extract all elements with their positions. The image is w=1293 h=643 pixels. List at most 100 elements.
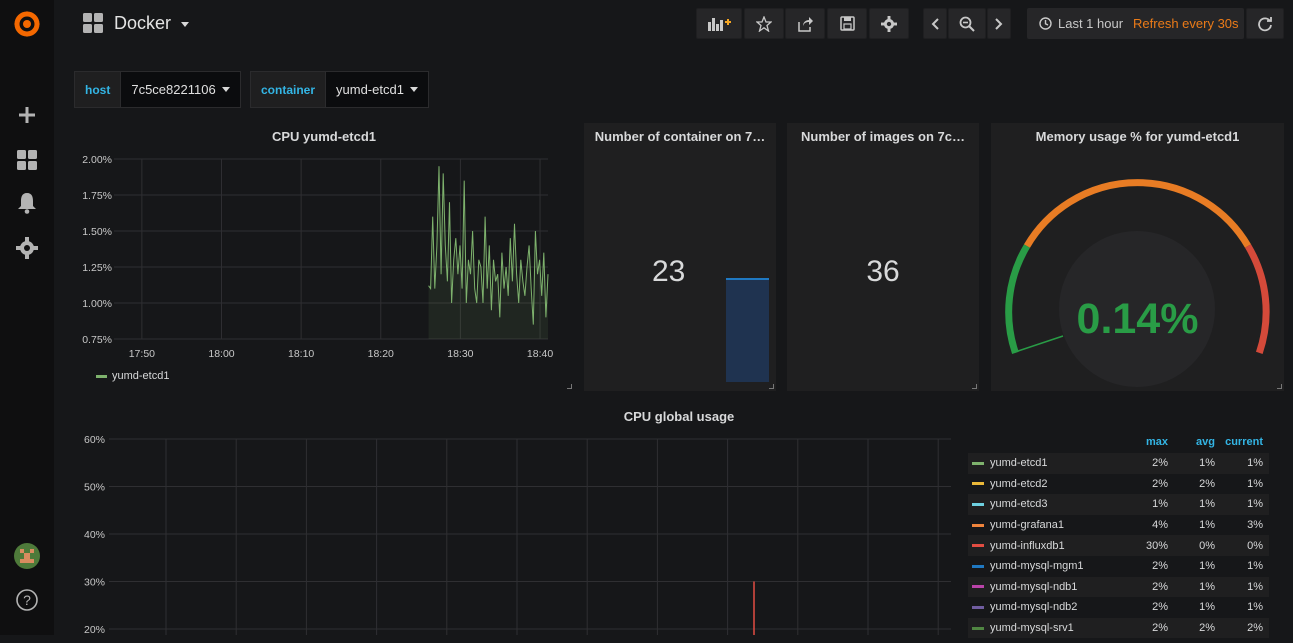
stat-value: 23	[652, 255, 686, 288]
share-button[interactable]	[785, 8, 825, 39]
panel-container-count[interactable]: Number of container on 7… 23	[584, 123, 776, 391]
variable-label-container: container	[250, 71, 327, 108]
chevron-left-icon	[931, 17, 939, 30]
x-tick-label: 18:00	[208, 348, 234, 360]
caret-down-icon	[221, 87, 230, 92]
legend-avg: 1%	[1199, 601, 1215, 614]
legend-row[interactable]: yumd-mysql-mgm1 2% 1% 1%	[968, 556, 1269, 577]
time-shift-forward-button[interactable]	[987, 8, 1011, 39]
legend-avg: 2%	[1199, 477, 1215, 490]
zoom-out-icon	[959, 16, 975, 32]
legend-series-label: yumd-etcd1	[990, 457, 1048, 470]
legend-series-label: yumd-influxdb1	[990, 539, 1065, 552]
save-button[interactable]	[827, 8, 867, 39]
time-shift-back-button[interactable]	[923, 8, 947, 39]
settings-button[interactable]	[869, 8, 909, 39]
legend-avg: 1%	[1199, 457, 1215, 470]
legend-max: 2%	[1152, 601, 1168, 614]
variable-container: container yumd-etcd1	[250, 71, 429, 108]
y-tick-label: 60%	[84, 434, 105, 446]
resize-handle[interactable]	[769, 384, 774, 389]
legend-series-name[interactable]: yumd-mysql-mgm1	[968, 560, 1123, 572]
legend-avg: 0%	[1199, 539, 1215, 552]
legend-swatch	[972, 605, 984, 609]
alerting-bell-icon[interactable]	[0, 191, 54, 215]
resize-handle[interactable]	[1277, 384, 1282, 389]
caret-down-icon	[409, 87, 418, 92]
add-panel-button[interactable]	[696, 8, 742, 39]
legend-series-name[interactable]: yumd-etcd2	[968, 478, 1123, 490]
side-menu: ?	[0, 0, 54, 635]
grafana-logo-icon[interactable]	[0, 6, 54, 42]
legend-header-current[interactable]: current	[1215, 436, 1263, 453]
legend-series-name[interactable]: yumd-grafana1	[968, 519, 1123, 531]
legend-row[interactable]: yumd-etcd3 1% 1% 1%	[968, 494, 1269, 515]
legend-max: 2%	[1152, 477, 1168, 490]
refresh-button[interactable]	[1246, 8, 1284, 39]
panel-title: CPU global usage	[623, 409, 735, 424]
y-tick-label: 30%	[84, 577, 105, 589]
dashboard-title: Docker	[114, 12, 172, 33]
legend-header-max[interactable]: max	[1123, 436, 1168, 453]
legend-row[interactable]: yumd-grafana1 4% 1% 3%	[968, 515, 1269, 536]
legend-max: 2%	[1152, 457, 1168, 470]
legend-current: 3%	[1247, 519, 1263, 532]
legend-row[interactable]: yumd-mysql-srv1 2% 2% 2%	[968, 617, 1269, 639]
panel-cpu-container[interactable]: CPU yumd-etcd1 2.00% 1.75% 1.50% 1.25% 1.00%…	[74, 123, 574, 391]
share-icon	[798, 16, 813, 32]
zoom-out-button[interactable]	[948, 8, 986, 39]
container-select[interactable]: yumd-etcd1	[326, 71, 429, 108]
legend-series-name[interactable]: yumd-etcd3	[968, 498, 1123, 510]
stat-value: 36	[866, 255, 900, 288]
variable-host: host 7c5ce8221106	[74, 71, 241, 108]
top-navbar: Docker Last 1 hour Refresh every 30s	[54, 0, 1293, 50]
cpu-container-chart[interactable]: 2.00% 1.75% 1.50% 1.25% 1.00% 0.75% 17:50 18:00…	[74, 123, 574, 391]
time-range-picker[interactable]: Last 1 hour Refresh every 30s	[1027, 8, 1244, 39]
help-icon[interactable]: ?	[0, 588, 54, 612]
stat-sparkline	[726, 278, 769, 382]
user-avatar[interactable]	[0, 543, 54, 569]
panel-title: Number of container on 7…	[594, 129, 766, 144]
panel-memory-gauge[interactable]: Memory usage % for yumd-etcd1 0.14%	[991, 123, 1284, 391]
dashboards-icon[interactable]	[0, 148, 54, 172]
legend-current: 1%	[1247, 601, 1263, 614]
legend-swatch	[972, 523, 984, 527]
cpu-global-chart[interactable]: 60% 50% 40% 30% 20%	[54, 425, 954, 635]
gear-icon	[881, 15, 897, 32]
legend-row[interactable]: yumd-etcd2 2% 2% 1%	[968, 474, 1269, 495]
legend-series-name[interactable]: yumd-etcd1	[968, 457, 1123, 469]
chevron-right-icon	[995, 17, 1003, 30]
legend-header-avg[interactable]: avg	[1168, 436, 1215, 453]
legend-series-name[interactable]: yumd-mysql-ndb2	[968, 601, 1123, 613]
legend-row[interactable]: yumd-influxdb1 30% 0% 0%	[968, 535, 1269, 556]
legend-series-name[interactable]: yumd-mysql-ndb1	[968, 581, 1123, 593]
variable-label-host: host	[74, 71, 122, 108]
configuration-gear-icon[interactable]	[0, 236, 54, 260]
legend-series-label: yumd-etcd2	[990, 477, 1048, 490]
legend-header: max avg current	[968, 436, 1269, 453]
y-tick-label: 2.00%	[82, 154, 112, 166]
resize-handle[interactable]	[567, 384, 572, 389]
legend-label[interactable]: yumd-etcd1	[112, 370, 169, 382]
legend-series-label: yumd-etcd3	[990, 498, 1048, 511]
legend-series-name[interactable]: yumd-mysql-srv1	[968, 622, 1123, 634]
svg-text:?: ?	[23, 592, 31, 608]
legend-swatch	[972, 502, 984, 506]
legend-max: 2%	[1152, 560, 1168, 573]
legend-row[interactable]: yumd-mysql-ndb1 2% 1% 1%	[968, 576, 1269, 598]
panel-image-count[interactable]: Number of images on 7c… 36	[787, 123, 979, 391]
legend-row[interactable]: yumd-etcd1 2% 1% 1%	[968, 453, 1269, 474]
create-plus-icon[interactable]	[0, 103, 54, 127]
legend-series-name[interactable]: yumd-influxdb1	[968, 540, 1123, 552]
host-select[interactable]: 7c5ce8221106	[121, 71, 241, 108]
legend-swatch	[972, 482, 984, 486]
container-value: yumd-etcd1	[336, 82, 404, 97]
legend-max: 4%	[1152, 519, 1168, 532]
dashboard-picker[interactable]: Docker	[82, 12, 190, 34]
legend-row[interactable]: yumd-mysql-ndb2 2% 1% 1%	[968, 597, 1269, 618]
time-range-label: Last 1 hour	[1058, 16, 1124, 31]
save-icon	[839, 16, 855, 31]
resize-handle[interactable]	[972, 384, 977, 389]
legend-max: 30%	[1145, 539, 1168, 552]
star-button[interactable]	[744, 8, 784, 39]
